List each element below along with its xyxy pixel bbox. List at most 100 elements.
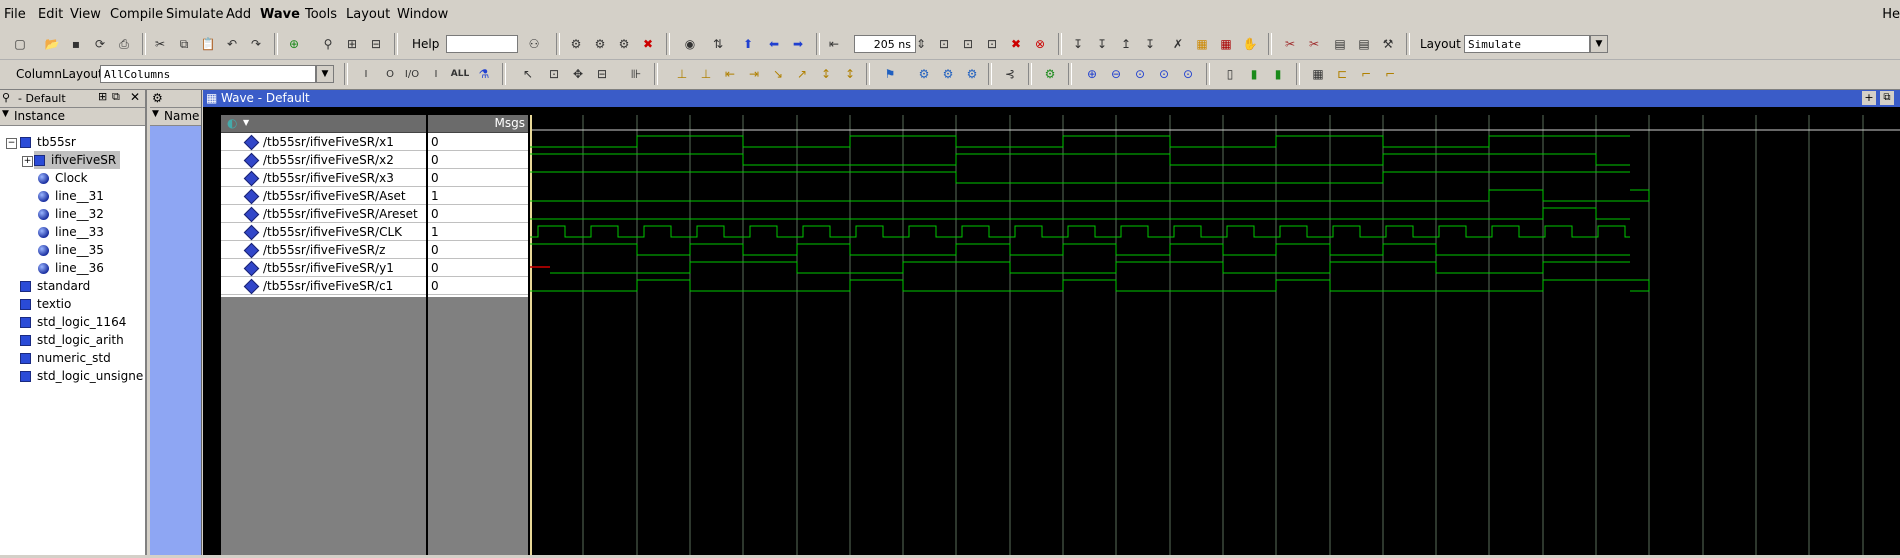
run-all-icon[interactable]: ⊡ — [982, 34, 1002, 54]
signal-value[interactable]: 0 — [428, 169, 528, 187]
internal-icon[interactable]: I — [426, 64, 446, 84]
help-search-input[interactable] — [446, 35, 518, 53]
step-icon[interactable]: ↧ — [1068, 34, 1088, 54]
zoom-out-icon[interactable]: ⊖ — [1106, 64, 1126, 84]
find-falling-icon[interactable]: ↘ — [768, 64, 788, 84]
save-icon[interactable]: ▪ — [66, 34, 86, 54]
column-layout-select[interactable]: AllColumns — [100, 65, 316, 83]
copy-icon[interactable]: ⧉ — [174, 34, 194, 54]
tool-icon[interactable]: ⚒ — [1378, 34, 1398, 54]
restart-icon[interactable]: ⇤ — [824, 34, 844, 54]
time-spinner-icon[interactable]: ⇕ — [916, 34, 926, 54]
wave-compare-icon[interactable]: ⚙ — [1040, 64, 1060, 84]
up-arrow-icon[interactable]: ⬆ — [738, 34, 758, 54]
undo-icon[interactable]: ↶ — [222, 34, 242, 54]
print-icon[interactable]: ⎙ — [114, 34, 134, 54]
find-binoculars-icon[interactable]: ⚲ — [318, 34, 338, 54]
run-time-input[interactable]: 205 ns — [854, 35, 916, 53]
paste-icon[interactable]: 📋 — [198, 34, 218, 54]
filter-icon[interactable]: ⚗ — [474, 64, 494, 84]
tree-item-clock[interactable]: Clock — [38, 169, 88, 187]
panel-close-icon[interactable]: ✕ — [130, 90, 140, 104]
tree-item-std-logic-unsigned[interactable]: std_logic_unsigned — [20, 367, 143, 385]
break-icon[interactable]: ✖ — [638, 34, 658, 54]
zoom-mode-icon[interactable]: ⊡ — [544, 64, 564, 84]
tree-expand-icon[interactable]: + — [22, 156, 33, 167]
menu-compile[interactable]: Compile — [110, 7, 163, 22]
menu-edit[interactable]: Edit — [38, 7, 63, 22]
signal-value[interactable]: 1 — [428, 187, 528, 205]
instance-column-header[interactable]: ▼ Instance — [0, 108, 145, 126]
stop-icon[interactable]: ✖ — [1006, 34, 1026, 54]
palette-dropdown-icon[interactable]: ▼ — [243, 118, 249, 127]
tree-item-line36[interactable]: line__36 — [38, 259, 104, 277]
step-out-icon[interactable]: ↥ — [1116, 34, 1136, 54]
zoom-range-icon[interactable]: ⊙ — [1178, 64, 1198, 84]
dataflow2-icon[interactable]: ⚙ — [938, 64, 958, 84]
tree-item-ifivefivesr[interactable]: ifiveFiveSR — [34, 151, 121, 169]
right-arrow-icon[interactable]: ➡ — [788, 34, 808, 54]
column-layout-dropdown-icon[interactable]: ▼ — [316, 65, 334, 83]
signal-value[interactable]: 1 — [428, 223, 528, 241]
simulate-icon[interactable]: ⚙ — [614, 34, 634, 54]
break-sim-icon[interactable]: ⊗ — [1030, 34, 1050, 54]
signal-row[interactable]: /tb55sr/ifiveFiveSR/x1 — [221, 133, 426, 151]
signal-value[interactable]: 0 — [428, 277, 528, 295]
select-pointer-icon[interactable]: ↖ — [518, 64, 538, 84]
panel-undock-icon[interactable]: ⧉ — [112, 90, 120, 104]
signal-row[interactable]: /tb55sr/ifiveFiveSR/x3 — [221, 169, 426, 187]
tree-item-std-logic-1164[interactable]: std_logic_1164 — [20, 313, 126, 331]
layout-select[interactable]: Simulate — [1464, 35, 1590, 53]
record-icon[interactable]: ◉ — [680, 34, 700, 54]
menu-view[interactable]: View — [70, 7, 101, 22]
menu-window[interactable]: Window — [397, 7, 448, 22]
left-arrow-icon[interactable]: ⬅ — [764, 34, 784, 54]
tree-item-line33[interactable]: line__33 — [38, 223, 104, 241]
split-icon[interactable]: ⊪ — [626, 64, 646, 84]
step-dropdown-icon[interactable]: ⇅ — [708, 34, 728, 54]
reload-icon[interactable]: ⟳ — [90, 34, 110, 54]
format-literal-icon[interactable]: ⊏ — [1332, 64, 1352, 84]
delete-cursor-icon[interactable]: ⊥ — [696, 64, 716, 84]
memory-icon[interactable]: ▦ — [1216, 34, 1236, 54]
add-circle-icon[interactable]: ⊕ — [284, 34, 304, 54]
zoom-cursor-icon[interactable]: ⊙ — [1154, 64, 1174, 84]
compile-icon[interactable]: ⚙ — [566, 34, 586, 54]
redo-icon[interactable]: ↷ — [246, 34, 266, 54]
waveform-canvas[interactable] — [530, 115, 1900, 555]
pane-layout1-icon[interactable]: ▯ — [1220, 64, 1240, 84]
signal-row[interactable]: /tb55sr/ifiveFiveSR/CLK — [221, 223, 426, 241]
pan-mode-icon[interactable]: ✥ — [568, 64, 588, 84]
inout-icon[interactable]: I/O — [402, 64, 422, 84]
hand-icon[interactable]: ✋ — [1240, 34, 1260, 54]
signal-value[interactable]: 0 — [428, 205, 528, 223]
signal-value[interactable]: 0 — [428, 133, 528, 151]
find-transition-icon[interactable]: ↕ — [840, 64, 860, 84]
menu-add[interactable]: Add — [226, 7, 251, 22]
tree-item-numeric-std[interactable]: numeric_std — [20, 349, 111, 367]
expand-group-icon[interactable]: ⊰ — [1000, 64, 1020, 84]
tree-item-line32[interactable]: line__32 — [38, 205, 104, 223]
tree-item-standard[interactable]: standard — [20, 277, 90, 295]
signal-row[interactable]: /tb55sr/ifiveFiveSR/Aset — [221, 187, 426, 205]
tree-item-textio[interactable]: textio — [20, 295, 71, 313]
restart-sim-icon[interactable]: ✗ — [1168, 34, 1188, 54]
waveform-svg[interactable] — [530, 115, 1900, 555]
wave-add-icon[interactable]: + — [1862, 91, 1876, 105]
run-icon[interactable]: ⊡ — [934, 34, 954, 54]
menu-help-truncated[interactable]: He — [1882, 7, 1900, 22]
tree-item-tb55sr[interactable]: tb55sr — [20, 133, 76, 151]
menu-wave[interactable]: Wave — [260, 7, 300, 22]
layout-dropdown-icon[interactable]: ▼ — [1590, 35, 1608, 53]
tree-item-std-logic-arith[interactable]: std_logic_arith — [20, 331, 124, 349]
prev-edge-icon[interactable]: ⇤ — [720, 64, 740, 84]
compile-all-icon[interactable]: ⚙ — [590, 34, 610, 54]
format-icon[interactable]: ▦ — [1308, 64, 1328, 84]
format-logic-icon[interactable]: ⌐ — [1356, 64, 1376, 84]
dataflow-icon[interactable]: ⚙ — [914, 64, 934, 84]
output-o-icon[interactable]: O — [380, 64, 400, 84]
objects-column-header[interactable]: ▼ Name — [150, 108, 201, 126]
menu-file[interactable]: File — [4, 7, 26, 22]
signal-row[interactable]: /tb55sr/ifiveFiveSR/z — [221, 241, 426, 259]
pane-layout2-icon[interactable]: ▮ — [1244, 64, 1264, 84]
